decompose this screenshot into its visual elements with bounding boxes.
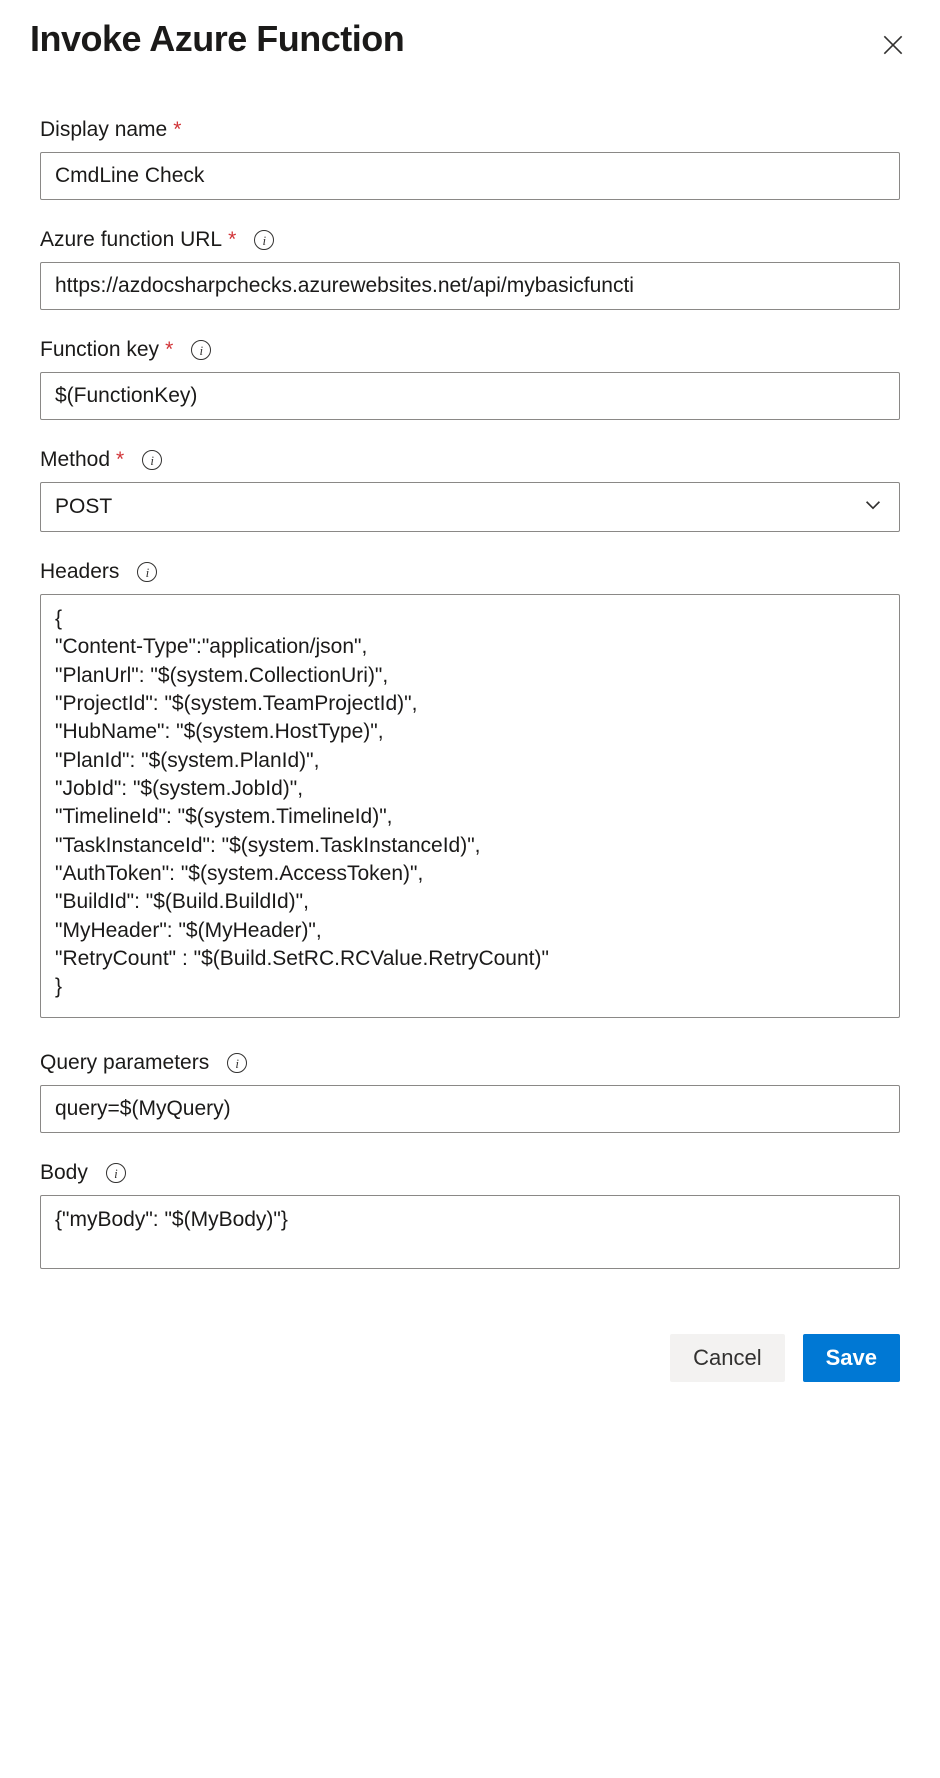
form: Display name * Azure function URL * i Fu… [30, 118, 910, 1274]
close-icon [880, 32, 906, 58]
panel-header: Invoke Azure Function [30, 18, 910, 62]
close-button[interactable] [876, 28, 910, 62]
method-select[interactable] [40, 482, 900, 532]
label-text: Method [40, 448, 110, 472]
required-marker: * [116, 448, 124, 472]
footer: Cancel Save [30, 1334, 910, 1382]
headers-textarea[interactable] [40, 594, 900, 1018]
label-text: Function key [40, 338, 159, 362]
info-icon[interactable]: i [137, 562, 157, 582]
label-text: Azure function URL [40, 228, 222, 252]
info-icon[interactable]: i [191, 340, 211, 360]
panel-title: Invoke Azure Function [30, 18, 404, 60]
required-marker: * [228, 228, 236, 252]
info-icon[interactable]: i [254, 230, 274, 250]
function-key-input[interactable] [40, 372, 900, 420]
invoke-azure-function-panel: Invoke Azure Function Display name * Azu… [0, 0, 940, 1412]
label-method: Method * i [40, 448, 900, 472]
field-method: Method * i [40, 448, 900, 532]
label-text: Display name [40, 118, 167, 142]
label-text: Body [40, 1161, 88, 1185]
field-headers: Headers i [40, 560, 900, 1023]
body-textarea[interactable] [40, 1195, 900, 1269]
label-text: Headers [40, 560, 119, 584]
field-query-parameters: Query parameters i [40, 1051, 900, 1133]
function-url-input[interactable] [40, 262, 900, 310]
label-text: Query parameters [40, 1051, 209, 1075]
query-parameters-input[interactable] [40, 1085, 900, 1133]
required-marker: * [165, 338, 173, 362]
field-body: Body i [40, 1161, 900, 1274]
info-icon[interactable]: i [227, 1053, 247, 1073]
field-function-key: Function key * i [40, 338, 900, 420]
cancel-button[interactable]: Cancel [670, 1334, 784, 1382]
display-name-input[interactable] [40, 152, 900, 200]
info-icon[interactable]: i [106, 1163, 126, 1183]
field-function-url: Azure function URL * i [40, 228, 900, 310]
info-icon[interactable]: i [142, 450, 162, 470]
method-select-wrap [40, 482, 900, 532]
field-display-name: Display name * [40, 118, 900, 200]
required-marker: * [173, 118, 181, 142]
label-body: Body i [40, 1161, 900, 1185]
label-query-parameters: Query parameters i [40, 1051, 900, 1075]
label-function-key: Function key * i [40, 338, 900, 362]
label-display-name: Display name * [40, 118, 900, 142]
label-headers: Headers i [40, 560, 900, 584]
save-button[interactable]: Save [803, 1334, 900, 1382]
label-function-url: Azure function URL * i [40, 228, 900, 252]
